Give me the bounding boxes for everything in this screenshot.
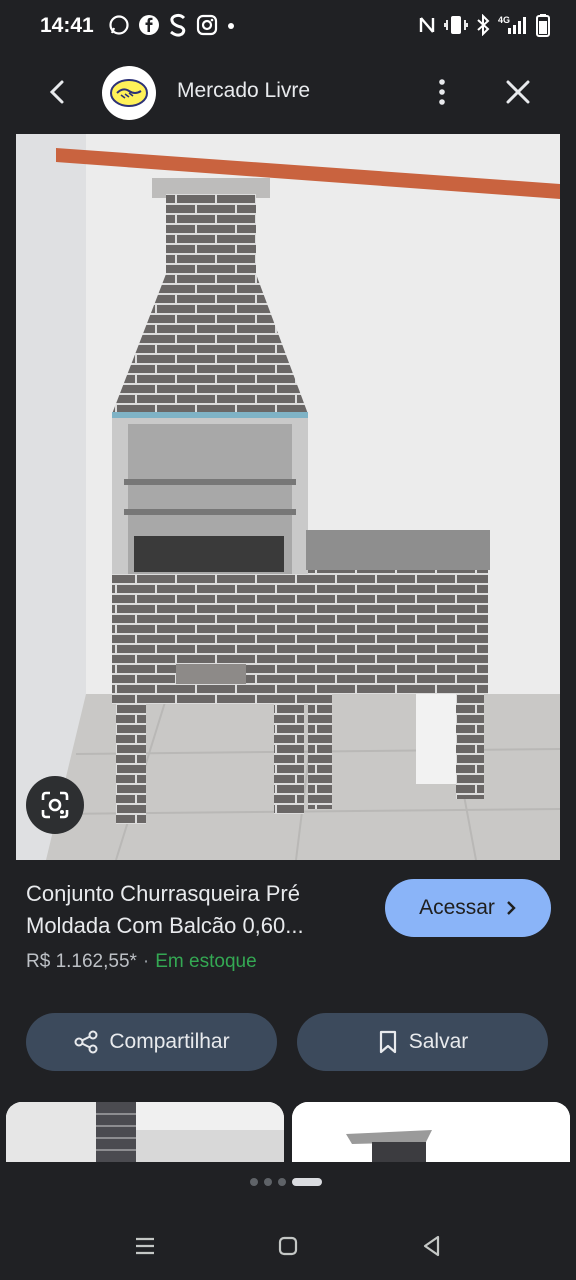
close-button[interactable] (500, 74, 536, 110)
app-bar: Mercado Livre (0, 52, 576, 134)
home-button[interactable] (270, 1228, 306, 1264)
product-image[interactable] (16, 134, 560, 860)
stock-status: Em estoque (155, 951, 257, 972)
related-image-preview (292, 1102, 570, 1162)
visit-button-label: Acessar (419, 896, 495, 919)
status-time: 14:41 (40, 14, 94, 37)
lens-icon (41, 791, 69, 819)
system-icons: 4G (418, 13, 550, 37)
nfc-icon (419, 17, 435, 33)
system-back-button[interactable] (414, 1228, 450, 1264)
site-title: Mercado Livre (177, 79, 311, 102)
product-price: R$ 1.162,55* (26, 951, 137, 972)
price-separator: · (142, 951, 150, 972)
facebook-icon (139, 15, 159, 35)
share-button[interactable]: Compartilhar (26, 1013, 277, 1071)
carousel-dot (278, 1178, 286, 1186)
system-navigation-bar (0, 1212, 576, 1280)
battery-icon (536, 14, 550, 37)
more-options-button[interactable] (426, 74, 458, 110)
recents-button[interactable] (127, 1228, 163, 1264)
barbecue-grill-illustration (16, 134, 560, 860)
related-image-card[interactable] (6, 1102, 284, 1162)
back-triangle-icon (423, 1235, 440, 1257)
handshake-icon (110, 79, 148, 107)
4g-signal-icon: 4G (498, 15, 526, 34)
home-icon (278, 1236, 298, 1256)
product-title[interactable]: Conjunto Churrasqueira Pré Moldada Com B… (26, 878, 376, 942)
notification-dot-icon (228, 23, 234, 29)
more-vert-icon (439, 79, 445, 105)
visit-button[interactable]: Acessar (385, 879, 551, 937)
close-icon (506, 80, 530, 104)
related-image-card[interactable] (292, 1102, 570, 1162)
lens-search-button[interactable] (26, 776, 84, 834)
save-button[interactable]: Salvar (297, 1013, 548, 1071)
s-app-icon (170, 13, 186, 37)
carousel-dot (250, 1178, 258, 1186)
status-bar: 14:41 4G (0, 0, 576, 52)
bluetooth-icon (477, 14, 490, 36)
carousel-indicator (250, 1178, 322, 1186)
site-logo (102, 66, 156, 120)
save-button-label: Salvar (408, 1030, 469, 1053)
carousel-dot-active (292, 1178, 322, 1186)
related-image-preview (6, 1102, 284, 1162)
share-icon (74, 1030, 98, 1054)
price-row: R$ 1.162,55* · Em estoque (26, 951, 257, 973)
chevron-left-icon (49, 80, 64, 104)
carousel-dot (264, 1178, 272, 1186)
recents-icon (136, 1237, 154, 1255)
share-button-label: Compartilhar (109, 1030, 230, 1053)
bookmark-icon (379, 1030, 396, 1054)
network-type: 4G (498, 15, 510, 25)
notification-icons (108, 13, 236, 37)
chevron-right-icon (507, 901, 516, 915)
vibrate-icon (444, 16, 468, 34)
back-button[interactable] (40, 74, 76, 110)
instagram-icon (196, 14, 218, 36)
whatsapp-icon (109, 15, 129, 35)
